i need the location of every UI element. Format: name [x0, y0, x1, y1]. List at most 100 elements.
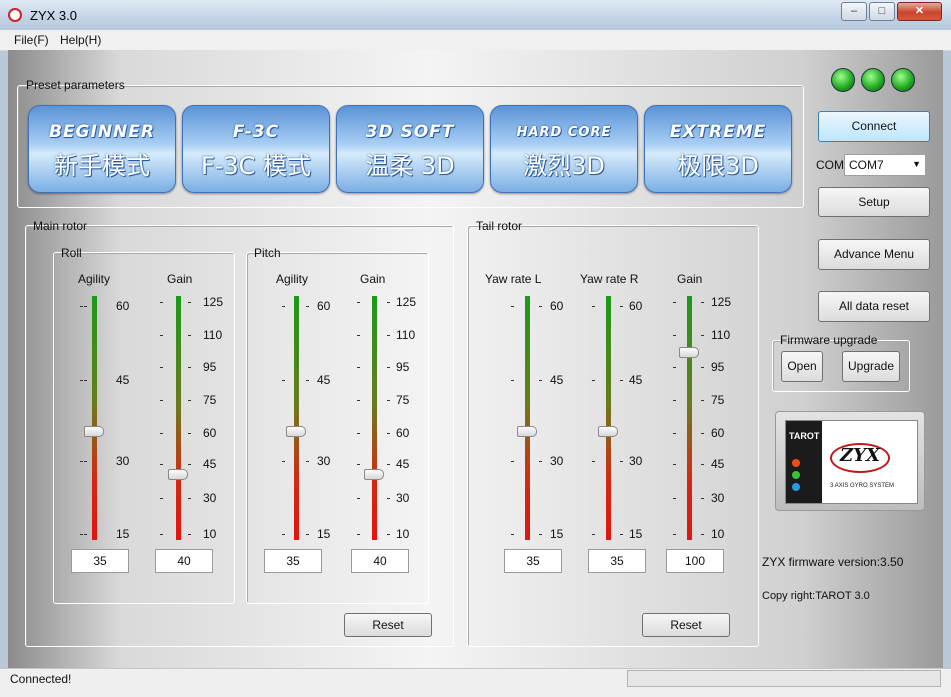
- roll-agility-slider-thumb[interactable]: [84, 426, 104, 437]
- pitch-gain-tick: [387, 367, 390, 368]
- tail-gain-tick: [673, 400, 676, 401]
- tail-gain-tick: [701, 534, 704, 535]
- pitch-agility-tick: [306, 380, 309, 381]
- preset-3dsoft-button[interactable]: 3D SOFT 温柔 3D: [336, 105, 484, 193]
- menu-file[interactable]: File(F): [14, 33, 49, 47]
- pitch-agility-value[interactable]: 35: [264, 549, 322, 573]
- yaw-r-value[interactable]: 35: [588, 549, 646, 573]
- pitch-gain-slider-track[interactable]: [372, 296, 377, 540]
- pitch-agility-scale-label: 15: [317, 527, 331, 541]
- pitch-agility-tick: [282, 461, 285, 462]
- pitch-gain-scale-label: 30: [396, 491, 410, 505]
- firmware-open-button[interactable]: Open: [781, 351, 823, 382]
- minimize-button[interactable]: –: [841, 2, 867, 21]
- roll-gain-tick: [188, 335, 191, 336]
- zyx-product-image: TAROT ZYX 3 AXIS GYRO SYSTEM: [775, 411, 925, 511]
- tail-gain-slider-track[interactable]: [687, 296, 692, 540]
- yaw-l-tick: [539, 306, 542, 307]
- pitch-gain-header: Gain: [360, 272, 386, 286]
- roll-gain-tick: [160, 367, 163, 368]
- preset-hardcore-button[interactable]: HARD CORE 激烈3D: [490, 105, 638, 193]
- roll-gain-value[interactable]: 40: [155, 549, 213, 573]
- yaw-l-tick: [511, 534, 514, 535]
- status-text: Connected!: [10, 672, 72, 686]
- tail-gain-tick: [701, 498, 704, 499]
- connect-button[interactable]: Connect: [818, 111, 930, 142]
- yaw-r-slider-thumb[interactable]: [598, 426, 618, 437]
- all-data-reset-button[interactable]: All data reset: [818, 291, 930, 322]
- tail-gain-tick: [701, 367, 704, 368]
- yaw-l-scale-label: 15: [550, 527, 564, 541]
- roll-gain-slider-thumb[interactable]: [168, 469, 188, 480]
- yaw-r-tick: [592, 461, 595, 462]
- pitch-gain-slider-thumb[interactable]: [364, 469, 384, 480]
- pitch-label: Pitch: [254, 246, 281, 260]
- pitch-gain-tick: [357, 464, 360, 465]
- progress-bar: [627, 670, 941, 687]
- pitch-agility-tick: [282, 306, 285, 307]
- pitch-gain-tick: [387, 534, 390, 535]
- roll-agility-value[interactable]: 35: [71, 549, 129, 573]
- preset-f3c-cn: F-3C 模式: [200, 152, 312, 180]
- roll-gain-tick: [160, 400, 163, 401]
- preset-group-label: Preset parameters: [26, 78, 125, 92]
- pitch-agility-tick: [282, 534, 285, 535]
- com-port-select[interactable]: COM7 ▼: [844, 154, 926, 176]
- copyright-text: Copy right:TAROT 3.0: [762, 590, 870, 602]
- tail-gain-slider-thumb[interactable]: [679, 347, 699, 358]
- tail-gain-tick: [701, 400, 704, 401]
- pitch-gain-value[interactable]: 40: [351, 549, 409, 573]
- setup-button[interactable]: Setup: [818, 187, 930, 217]
- firmware-upgrade-button[interactable]: Upgrade: [842, 351, 900, 382]
- tail-rotor-reset-button[interactable]: Reset: [642, 613, 730, 637]
- roll-label: Roll: [61, 246, 82, 260]
- yaw-r-tick: [620, 461, 623, 462]
- roll-agility-scale-label: 45: [116, 373, 130, 387]
- main-rotor-reset-button[interactable]: Reset: [344, 613, 432, 637]
- roll-agility-slider-track[interactable]: [92, 296, 97, 540]
- roll-gain-scale-label: 110: [203, 328, 223, 342]
- preset-beginner-cn: 新手模式: [54, 152, 150, 180]
- pitch-agility-tick: [306, 534, 309, 535]
- roll-gain-tick: [160, 302, 163, 303]
- pitch-gain-scale-label: 110: [396, 328, 416, 342]
- preset-3dsoft-cn: 温柔 3D: [365, 152, 455, 180]
- tail-gain-scale-label: 30: [711, 491, 725, 505]
- pitch-gain-tick: [387, 335, 390, 336]
- yaw-l-slider-thumb[interactable]: [517, 426, 537, 437]
- preset-f3c-button[interactable]: F-3C F-3C 模式: [182, 105, 330, 193]
- preset-extreme-button[interactable]: EXTREME 极限3D: [644, 105, 792, 193]
- roll-agility-tick: [84, 534, 87, 535]
- tail-gain-header: Gain: [677, 272, 703, 286]
- yaw-l-value[interactable]: 35: [504, 549, 562, 573]
- preset-beginner-button[interactable]: BEGINNER 新手模式: [28, 105, 176, 193]
- yaw-l-scale-label: 45: [550, 373, 564, 387]
- pitch-gain-tick: [387, 302, 390, 303]
- advance-menu-button[interactable]: Advance Menu: [818, 239, 930, 270]
- tail-gain-tick: [701, 464, 704, 465]
- tail-gain-value[interactable]: 100: [666, 549, 724, 573]
- tail-gain-tick: [673, 335, 676, 336]
- close-button[interactable]: ✕: [897, 2, 942, 21]
- maximize-button[interactable]: □: [869, 2, 895, 21]
- pitch-agility-slider-track[interactable]: [294, 296, 299, 540]
- roll-agility-tick: [84, 461, 87, 462]
- roll-agility-tick: [84, 306, 87, 307]
- status-led-2: [861, 68, 885, 92]
- roll-gain-scale-label: 75: [203, 393, 217, 407]
- pitch-agility-slider-thumb[interactable]: [286, 426, 306, 437]
- yaw-r-slider-track[interactable]: [606, 296, 611, 540]
- app-icon: [8, 8, 22, 22]
- tail-gain-scale-label: 60: [711, 426, 725, 440]
- tail-gain-tick: [701, 302, 704, 303]
- com-port-value: COM7: [849, 158, 884, 172]
- yaw-l-tick: [511, 306, 514, 307]
- roll-gain-slider-track[interactable]: [176, 296, 181, 540]
- yaw-l-tick: [511, 380, 514, 381]
- yaw-l-slider-track[interactable]: [525, 296, 530, 540]
- preset-extreme-en: EXTREME: [669, 122, 767, 142]
- firmware-version-text: ZYX firmware version:3.50: [762, 555, 904, 569]
- menu-help[interactable]: Help(H): [60, 33, 101, 47]
- pitch-agility-tick: [282, 380, 285, 381]
- yaw-r-tick: [592, 534, 595, 535]
